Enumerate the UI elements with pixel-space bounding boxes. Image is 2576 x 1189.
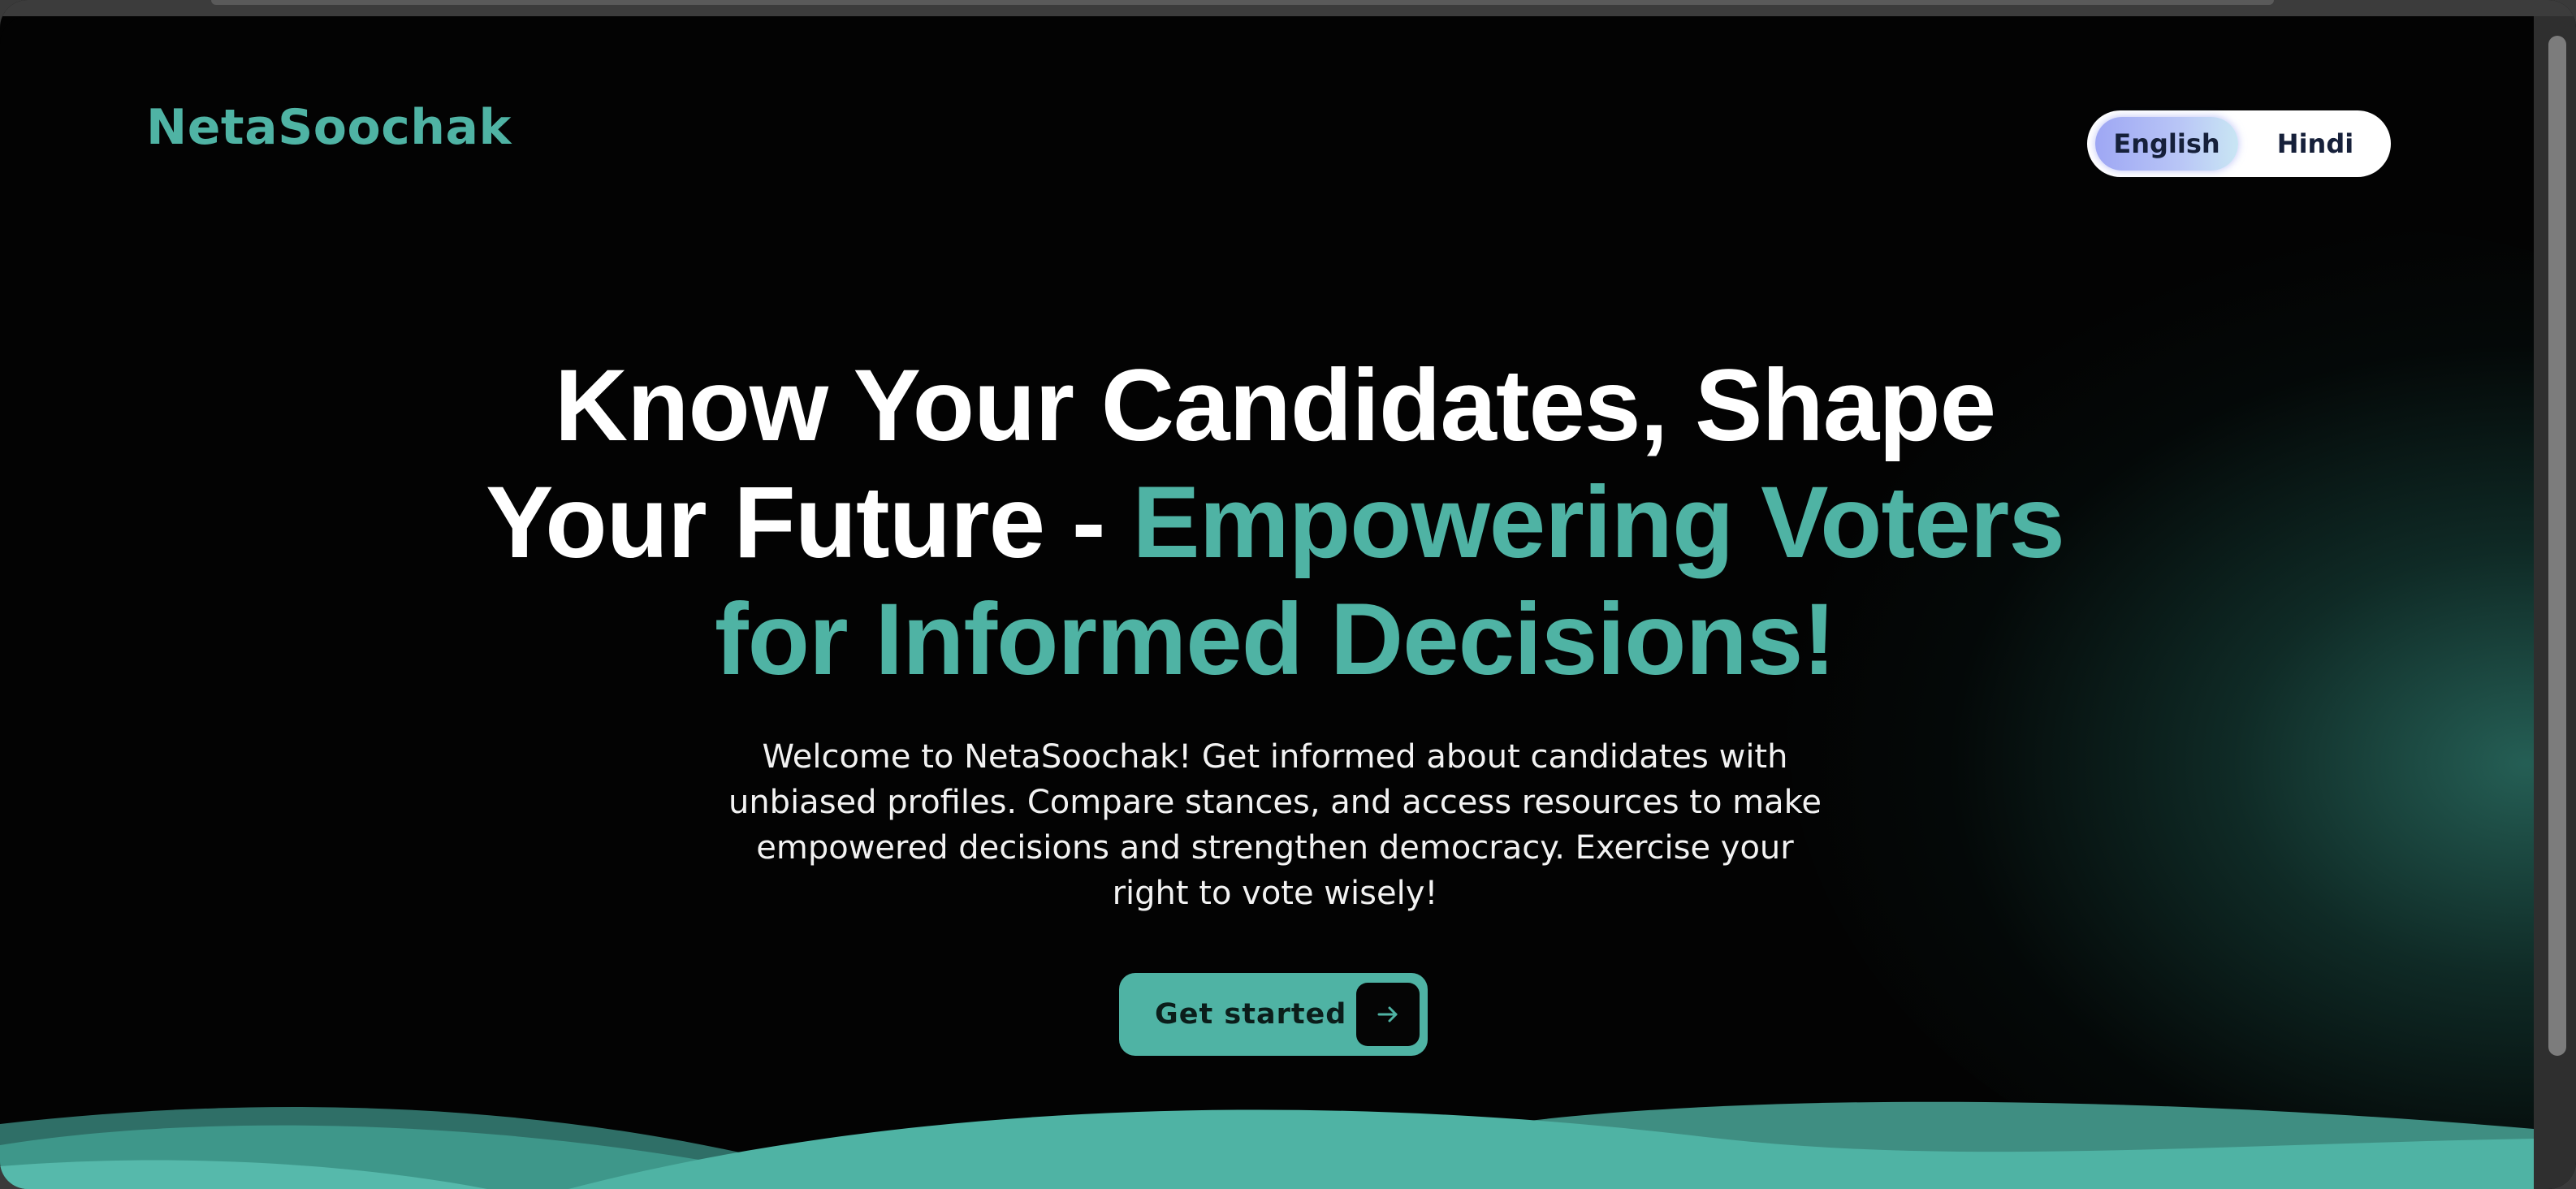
language-option-english[interactable]: English bbox=[2095, 117, 2238, 171]
get-started-button[interactable]: Get started bbox=[1119, 973, 1428, 1056]
hero-title: Know Your Candidates, Shape Your Future … bbox=[455, 348, 2095, 698]
language-toggle: English Hindi bbox=[2087, 110, 2391, 177]
decorative-waves bbox=[0, 1101, 2534, 1189]
arrow-right-icon bbox=[1356, 983, 1420, 1046]
vertical-scrollbar[interactable] bbox=[2534, 16, 2576, 1189]
window-top-bar bbox=[0, 0, 2576, 16]
window-top-bar-edge bbox=[211, 0, 2274, 5]
landing-page: NetaSoochak English Hindi Know Your Cand… bbox=[0, 16, 2534, 1189]
get-started-label: Get started bbox=[1155, 998, 1347, 1031]
brand-logo[interactable]: NetaSoochak bbox=[146, 99, 512, 156]
browser-window: NetaSoochak English Hindi Know Your Cand… bbox=[0, 0, 2576, 1189]
hero-description: Welcome to NetaSoochak! Get informed abo… bbox=[728, 738, 1822, 912]
language-option-hindi[interactable]: Hindi bbox=[2246, 117, 2384, 171]
scrollbar-thumb[interactable] bbox=[2548, 36, 2566, 1056]
